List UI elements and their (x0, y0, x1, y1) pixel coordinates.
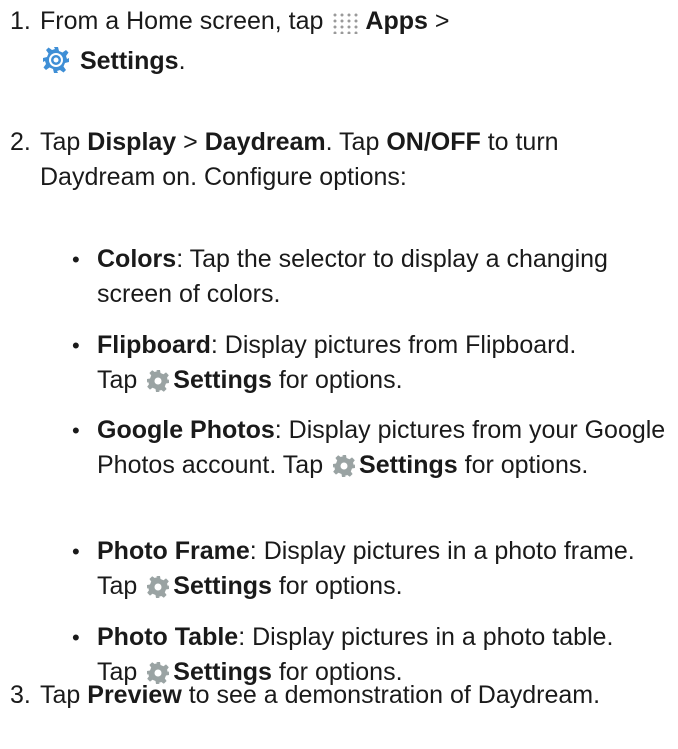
gear-icon (146, 574, 170, 609)
settings-label: Settings (359, 451, 458, 479)
step-text: Tap Preview to see a demonstration of Da… (40, 681, 601, 709)
step-text: Tap Display > Daydream. Tap ON/OFF to tu… (40, 128, 559, 191)
gear-icon (146, 368, 170, 403)
bullet: • (72, 247, 80, 272)
option-text: Colors: Tap the selector to display a ch… (97, 245, 608, 308)
onoff-label: ON/OFF (386, 128, 481, 156)
settings-label: Settings (79, 47, 179, 75)
step-number: 3. (10, 681, 31, 709)
option-name: Google Photos (97, 416, 275, 444)
bullet: • (72, 333, 80, 358)
gear-icon (332, 453, 356, 488)
apps-label: Apps (365, 7, 428, 35)
option-name: Flipboard (97, 331, 211, 359)
bullet: • (72, 418, 80, 443)
option-name: Photo Frame (97, 537, 250, 565)
settings-app-icon (42, 46, 70, 84)
bullet: • (72, 539, 80, 564)
option-text: Photo Frame: Display pictures in a photo… (97, 534, 672, 609)
apps-grid-icon (332, 9, 362, 44)
option-text: Flipboard: Display pictures from Flipboa… (97, 328, 672, 403)
option-name: Colors (97, 245, 177, 273)
display-label: Display (87, 128, 177, 156)
option-name: Photo Table (97, 623, 239, 651)
step-text: From a Home screen, tap Apps > Settings. (40, 4, 670, 84)
preview-label: Preview (87, 681, 182, 709)
daydream-label: Daydream (204, 128, 326, 156)
step-number: 2. (10, 128, 31, 156)
settings-label: Settings (173, 572, 272, 600)
option-text: Google Photos: Display pictures from you… (97, 413, 672, 488)
bullet: • (72, 625, 80, 650)
settings-label: Settings (173, 366, 272, 394)
step-number: 1. (10, 7, 31, 35)
